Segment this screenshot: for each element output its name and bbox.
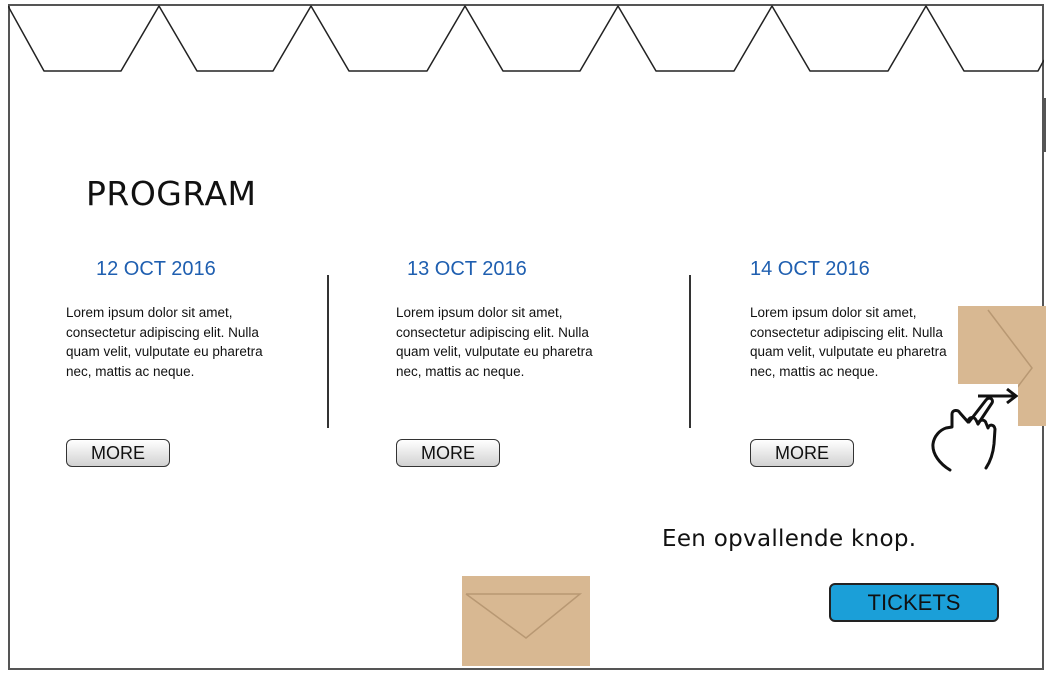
program-text-3: Lorem ipsum dolor sit amet, consectetur … xyxy=(750,305,947,379)
program-date-3: 14 OCT 2016 xyxy=(750,258,870,280)
program-text-2: Lorem ipsum dolor sit amet, consectetur … xyxy=(396,305,593,379)
program-item-3: 14 OCT 2016 Lorem ipsum dolor sit amet, … xyxy=(750,258,980,381)
program-text-1: Lorem ipsum dolor sit amet, consectetur … xyxy=(66,305,263,379)
tickets-button[interactable]: TICKETS xyxy=(829,583,999,622)
more-button-2[interactable]: MORE xyxy=(396,439,500,467)
page-title: PROGRAM xyxy=(86,174,257,213)
scroll-down-button[interactable] xyxy=(462,576,590,666)
program-date-1: 12 OCT 2016 xyxy=(96,258,216,280)
column-divider xyxy=(327,275,329,428)
more-button-1[interactable]: MORE xyxy=(66,439,170,467)
chevron-down-icon xyxy=(465,593,583,639)
program-date-2: 13 OCT 2016 xyxy=(407,258,527,280)
program-item-2: 13 OCT 2016 Lorem ipsum dolor sit amet, … xyxy=(396,258,626,381)
swipe-hand-icon xyxy=(928,384,1019,472)
more-button-3[interactable]: MORE xyxy=(750,439,854,467)
column-divider xyxy=(689,275,691,428)
bunting-decoration xyxy=(8,5,1044,72)
callout-note: Een opvallende knop. xyxy=(662,526,917,552)
program-item-1: 12 OCT 2016 Lorem ipsum dolor sit amet, … xyxy=(66,258,296,381)
edge-mark xyxy=(1044,98,1046,152)
